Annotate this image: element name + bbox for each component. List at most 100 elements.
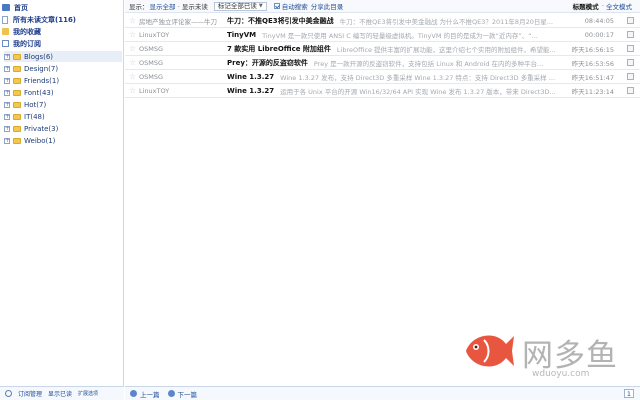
article-summary: Wine 1.3.27 发布，支持 Direct3D 多重采样 Wine 1.3… <box>280 73 561 82</box>
folder-design[interactable]: + Design(7) <box>4 63 58 74</box>
folder-label: Blogs(6) <box>24 52 54 61</box>
expand-icon[interactable]: + <box>4 77 10 84</box>
extension-options-link[interactable]: 扩展选项 <box>78 390 98 397</box>
home-icon <box>2 4 10 11</box>
title-mode-button[interactable]: 标题模式 <box>573 1 599 11</box>
folder-label: IT(48) <box>24 112 45 121</box>
sidebar-item-home[interactable]: 首页 <box>2 2 28 13</box>
article-checkbox[interactable] <box>627 87 634 94</box>
expand-icon[interactable]: + <box>4 113 10 120</box>
share-directory-link[interactable]: 分享此目录 <box>311 1 344 11</box>
article-checkbox[interactable] <box>627 17 634 24</box>
article-source: 房地产独立评论家——牛刀 <box>139 17 217 26</box>
page-number[interactable]: 1 <box>623 389 634 398</box>
article-title[interactable]: 7 款实用 LibreOffice 附加组件 <box>227 44 331 54</box>
article-checkbox[interactable] <box>627 31 634 38</box>
article-checkbox[interactable] <box>627 59 634 66</box>
show-read-link[interactable]: 显示已读 <box>48 389 72 398</box>
folder-icon <box>13 89 21 96</box>
sidebar-item-label: 所有未读文章(116) <box>13 15 77 24</box>
mark-all-read-button[interactable]: 标记全部已读 ▼ <box>213 1 267 11</box>
folder-it[interactable]: + IT(48) <box>4 111 45 122</box>
folder-label: Weibo(1) <box>24 136 56 145</box>
next-article-link[interactable]: 下一篇 <box>178 389 198 399</box>
sidebar-item-favorites[interactable]: 我的收藏 <box>2 26 41 37</box>
folder-icon <box>13 77 21 84</box>
folder-blogs[interactable]: + Blogs(6) <box>4 51 122 62</box>
sidebar-item-unread[interactable]: 所有未读文章(116) <box>2 14 76 25</box>
auto-search-checkbox[interactable] <box>273 3 280 9</box>
article-title[interactable]: Prey：开源的反盗窃软件 <box>227 58 308 68</box>
article-checkbox[interactable] <box>627 45 634 52</box>
sidebar-item-label: 我的收藏 <box>13 27 41 36</box>
folder-weibo[interactable]: + Weibo(1) <box>4 135 55 146</box>
show-unread-link[interactable]: 显示未读 <box>182 1 208 11</box>
folder-icon <box>13 53 21 60</box>
toolbar: 显示： 显示全部 - 显示未读 标记全部已读 ▼ 自动搜索 分享此目录 标题模式… <box>125 0 640 13</box>
sidebar-item-label: 我的订阅 <box>13 39 41 48</box>
expand-icon[interactable]: + <box>4 101 10 108</box>
article-row[interactable]: ☆ 房地产独立评论家——牛刀 牛刀：不推QE3将引发中美金融战 牛刀：不推QE3… <box>125 14 640 28</box>
article-source: OSMSG <box>139 72 164 81</box>
fulltext-mode-button[interactable]: 全文模式 <box>606 1 632 11</box>
article-row[interactable]: ☆ LinuxTOY TinyVM TinyVM 是一款只使用 ANSI C 编… <box>125 28 640 42</box>
folder-label: Friends(1) <box>24 76 60 85</box>
expand-icon[interactable]: + <box>4 53 10 60</box>
expand-icon[interactable]: + <box>4 89 10 96</box>
article-row[interactable]: ☆ OSMSG 7 款实用 LibreOffice 附加组件 LibreOffi… <box>125 42 640 56</box>
article-summary: 牛刀：不推QE3将引发中美金融战 为什么不推QE3？2011年8月20日星... <box>339 17 554 26</box>
previous-icon[interactable] <box>130 390 137 397</box>
article-source: OSMSG <box>139 58 164 67</box>
sidebar-item-label: 首页 <box>14 3 28 12</box>
auto-search-label[interactable]: 自动搜索 <box>282 1 308 11</box>
folder-label: Hot(7) <box>24 100 47 109</box>
sidebar-footer: 订阅管理 显示已读 扩展选项 <box>0 386 124 400</box>
star-icon[interactable]: ☆ <box>129 58 139 67</box>
expand-icon[interactable]: + <box>4 125 10 132</box>
article-source: OSMSG <box>139 44 164 53</box>
article-row[interactable]: ☆ OSMSG Wine 1.3.27 Wine 1.3.27 发布，支持 Di… <box>125 70 640 84</box>
article-title[interactable]: Wine 1.3.27 <box>227 87 274 95</box>
article-time: 昨天16:51:47 <box>571 73 614 82</box>
article-checkbox[interactable] <box>627 73 634 80</box>
article-title[interactable]: TinyVM <box>227 31 256 39</box>
star-icon[interactable]: ☆ <box>129 16 139 25</box>
pager: 上一篇 下一篇 1 <box>125 386 640 400</box>
folder-icon <box>13 113 21 120</box>
folder-hot[interactable]: + Hot(7) <box>4 99 46 110</box>
article-title[interactable]: 牛刀：不推QE3将引发中美金融战 <box>227 16 334 26</box>
folder-font[interactable]: + Font(43) <box>4 87 54 98</box>
show-all-link[interactable]: 显示全部 <box>150 1 176 11</box>
article-summary: Prey 是一款开源的反盗窃软件，支持包括 Linux 和 Android 在内… <box>313 59 544 68</box>
folder-label: Design(7) <box>24 64 59 73</box>
article-row[interactable]: ☆ LinuxTOY Wine 1.3.27 运用于各 Unix 平台的开源 W… <box>125 84 640 98</box>
expand-icon[interactable]: + <box>4 137 10 144</box>
star-icon[interactable]: ☆ <box>129 86 139 95</box>
folder-icon <box>13 101 21 108</box>
previous-article-link[interactable]: 上一篇 <box>140 389 160 399</box>
sidebar-item-subscriptions[interactable]: 我的订阅 <box>2 38 41 49</box>
manage-subscriptions-link[interactable]: 订阅管理 <box>18 389 42 398</box>
star-icon[interactable]: ☆ <box>129 30 139 39</box>
view-mode-switch: 标题模式 - 全文模式 <box>573 1 632 11</box>
article-summary: TinyVM 是一款只使用 ANSI C 编写的轻量级虚拟机。TinyVM 的目… <box>262 31 538 40</box>
search-icon[interactable] <box>5 390 12 397</box>
folder-label: Private(3) <box>24 124 59 133</box>
show-label: 显示： <box>129 3 149 11</box>
separator: - <box>177 2 180 10</box>
watermark: 网多鱼 wduoyu.com <box>462 324 632 384</box>
article-time: 昨天16:56:15 <box>571 45 614 54</box>
star-icon[interactable]: ☆ <box>129 44 139 53</box>
article-row[interactable]: ☆ OSMSG Prey：开源的反盗窃软件 Prey 是一款开源的反盗窃软件，支… <box>125 56 640 70</box>
separator: - <box>601 1 604 9</box>
star-icon[interactable]: ☆ <box>129 72 139 81</box>
article-title[interactable]: Wine 1.3.27 <box>227 73 274 81</box>
mark-all-read-label: 标记全部已读 <box>217 2 257 10</box>
article-source: LinuxTOY <box>139 86 170 95</box>
folder-private[interactable]: + Private(3) <box>4 123 58 134</box>
article-list: ☆ 房地产独立评论家——牛刀 牛刀：不推QE3将引发中美金融战 牛刀：不推QE3… <box>125 14 640 98</box>
folder-friends[interactable]: + Friends(1) <box>4 75 59 86</box>
document-icon <box>2 15 8 24</box>
expand-icon[interactable]: + <box>4 65 10 72</box>
next-icon[interactable] <box>167 390 175 397</box>
